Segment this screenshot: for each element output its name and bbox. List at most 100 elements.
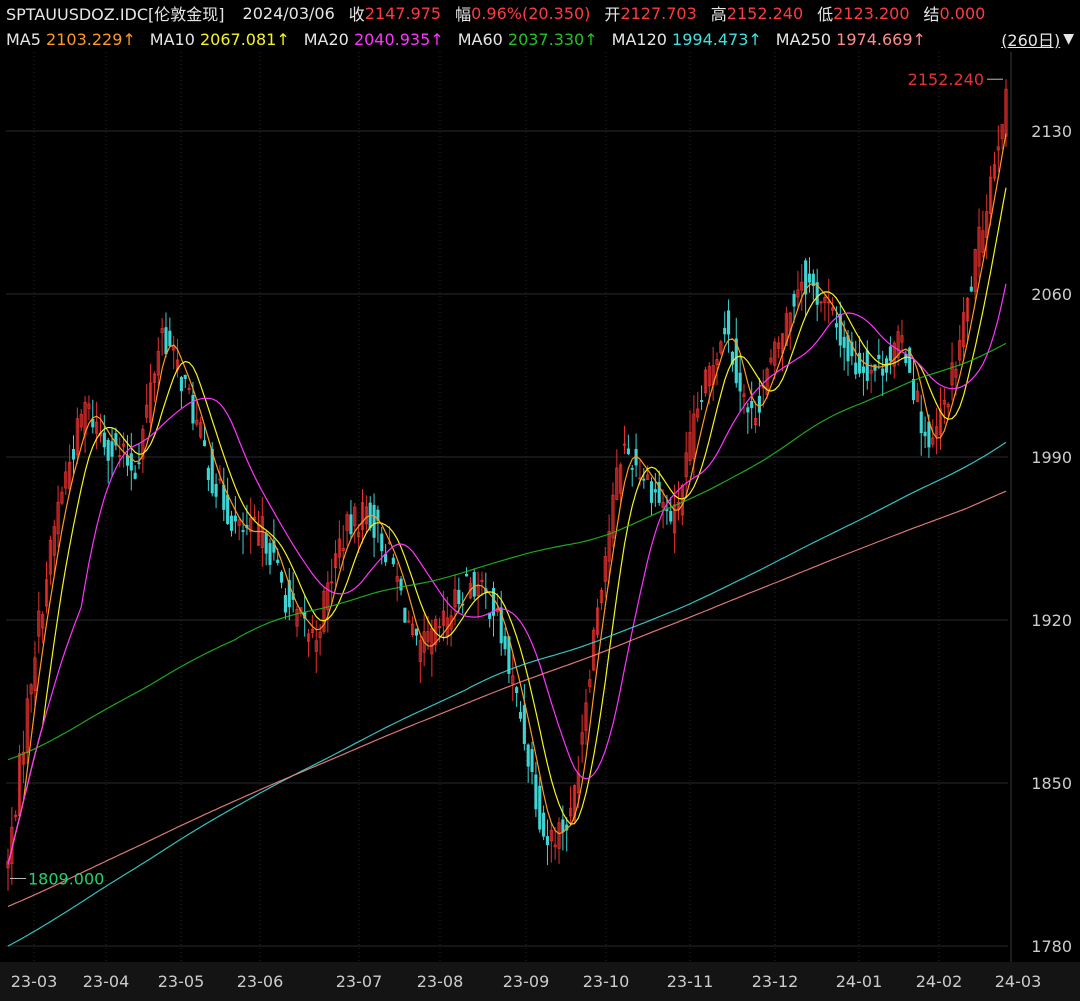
candle-body — [861, 366, 865, 373]
candles — [6, 79, 1008, 891]
candle-body — [904, 354, 908, 364]
x-tick-label: 23-10 — [583, 972, 630, 991]
candle-body — [642, 478, 646, 481]
ma60-line — [7, 342, 1007, 761]
ma5-label: MA5 — [6, 29, 41, 49]
close-label: 收 — [348, 5, 365, 24]
candle-body — [71, 448, 76, 460]
ma60-value: 2037.330↑ — [507, 29, 598, 49]
candle-body — [264, 533, 268, 554]
candle-body — [919, 411, 923, 434]
candle-body — [457, 589, 461, 605]
candlestick-chart[interactable]: 2130 2060 1990 1920 1850 1780 23-03 23-04 23-05 2… — [0, 52, 1080, 1001]
candle-body — [391, 557, 395, 565]
x-tick-label: 23-06 — [237, 972, 284, 991]
quote-header: SPTAUUSDOZ.IDC[伦敦金现] 2024/03/06 收 2147.97… — [0, 0, 1080, 26]
period-label[interactable]: (260日) — [1001, 27, 1060, 51]
candle-body — [534, 774, 538, 810]
candle-body — [372, 504, 376, 538]
triangle-down-icon[interactable]: ▼ — [1063, 31, 1074, 47]
candle-body — [276, 559, 280, 563]
candle-body — [911, 378, 916, 401]
ma250-line — [7, 490, 1007, 907]
candle-body — [561, 819, 565, 832]
candle-body — [110, 441, 114, 457]
candle-body — [626, 448, 630, 455]
open-label: 开 — [604, 5, 621, 24]
candle-body — [750, 400, 754, 409]
candle-body — [403, 607, 407, 623]
ma5-value: 2103.229↑ — [46, 29, 136, 49]
candle-body — [168, 330, 172, 347]
x-tick-label: 24-02 — [916, 972, 963, 991]
x-tick-label: 23-05 — [158, 972, 205, 991]
change-value: 0.96%(20.350) — [471, 3, 591, 23]
candle-body — [241, 530, 245, 532]
candle-body — [854, 362, 858, 375]
candle-body — [888, 346, 892, 361]
x-tick-label: 23-08 — [417, 972, 464, 991]
high-value: 2152.240 — [726, 3, 804, 23]
candle-body — [349, 514, 353, 535]
ma120-line — [7, 441, 1007, 947]
candle-body — [842, 336, 846, 348]
x-tick-label: 23-07 — [336, 972, 383, 991]
period-selector[interactable]: (260日) ▼ — [1001, 26, 1074, 52]
ma20-value: 2040.935↑ — [353, 29, 444, 49]
candle-body — [464, 573, 469, 577]
ma250-label: MA250 — [775, 29, 832, 49]
candle-body — [738, 372, 742, 392]
grid — [6, 52, 1008, 962]
candle-body — [545, 836, 550, 846]
high-label: 高 — [710, 5, 727, 24]
candle-body — [183, 374, 187, 379]
candle-body — [792, 293, 796, 307]
close-value: 2147.975 — [364, 3, 442, 23]
candle-body — [927, 421, 931, 448]
symbol-name[interactable]: SPTAUUSDOZ.IDC[伦敦金现] — [6, 1, 225, 25]
ma-lines — [7, 133, 1007, 947]
ma60-label: MA60 — [457, 29, 503, 49]
y-tick-label: 2060 — [1031, 285, 1072, 304]
ma20-label: MA20 — [303, 29, 349, 49]
y-tick-label: 1780 — [1031, 937, 1072, 956]
y-tick-label: 1990 — [1031, 448, 1072, 467]
candle-body — [191, 395, 195, 424]
candle-body — [881, 368, 885, 376]
candle-body — [518, 712, 523, 719]
ma10-value: 2067.081↑ — [199, 29, 290, 49]
x-tick-label: 24-03 — [995, 972, 1042, 991]
candle-body — [526, 744, 530, 767]
candle-body — [414, 628, 419, 636]
candle-body — [723, 327, 727, 335]
candle-body — [665, 509, 669, 512]
low-value: 2123.200 — [833, 3, 910, 23]
settle-label: 结 — [923, 5, 940, 24]
candle-body — [233, 515, 237, 522]
ma250-value: 1974.669↑ — [836, 29, 926, 49]
candle-body — [757, 395, 761, 413]
candle-body — [538, 785, 542, 830]
ma10-line — [7, 187, 1007, 865]
candle-body — [399, 578, 403, 591]
candle-body — [280, 571, 284, 583]
candle-body — [102, 432, 106, 448]
candle-body — [202, 440, 207, 447]
max-annotation: 2152.240 — [908, 70, 984, 89]
x-tick-label: 23-11 — [667, 972, 714, 991]
candle-body — [530, 749, 534, 772]
candle-body — [268, 543, 272, 565]
x-tick-label: 24-01 — [836, 972, 883, 991]
candle-body — [877, 354, 881, 360]
y-tick-label: 1850 — [1031, 774, 1072, 793]
candle-body — [129, 453, 133, 471]
x-tick-label: 23-04 — [83, 972, 130, 991]
candle-body — [503, 636, 507, 650]
candle-body — [515, 687, 519, 694]
ma120-value: 1994.473↑ — [672, 29, 762, 49]
candle-body — [834, 323, 839, 328]
candle-body — [214, 483, 218, 497]
x-tick-label: 23-12 — [752, 972, 799, 991]
candle-body — [873, 364, 877, 371]
candle-body — [206, 467, 210, 480]
